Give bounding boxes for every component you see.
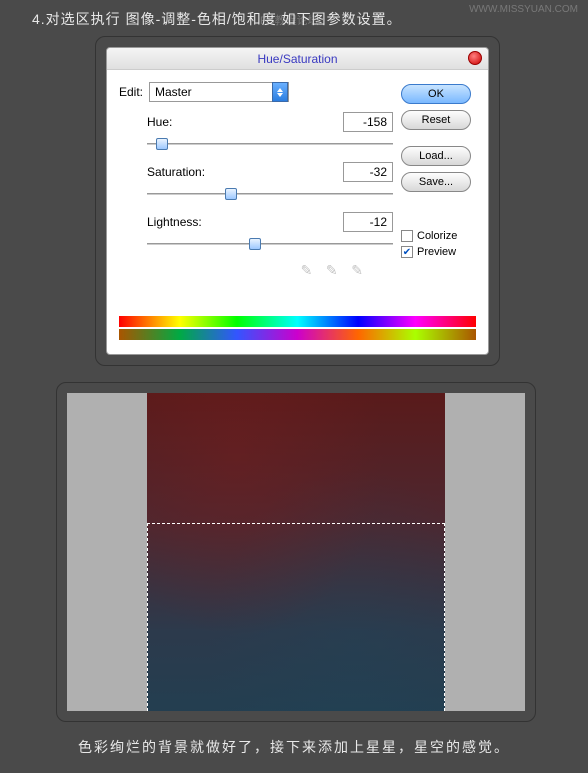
- lightness-thumb[interactable]: [249, 238, 261, 250]
- saturation-group: Saturation: -32: [147, 162, 393, 202]
- reset-button[interactable]: Reset: [401, 110, 471, 130]
- load-button[interactable]: Load...: [401, 146, 471, 166]
- edit-label: Edit:: [119, 85, 149, 99]
- step-instruction: 4.对选区执行 图像-调整-色相/饱和度 如下图参数设置。: [32, 9, 402, 29]
- hue-label: Hue:: [147, 115, 172, 129]
- edit-select-value: Master: [155, 85, 192, 99]
- watermark-center: PS教程论坛: [260, 12, 319, 28]
- dialog-title: Hue/Saturation: [257, 52, 337, 66]
- hue-input[interactable]: -158: [343, 112, 393, 132]
- hue-group: Hue: -158: [147, 112, 393, 152]
- dialog-container: Hue/Saturation Edit: Master: [95, 36, 500, 366]
- select-dropdown-button[interactable]: [272, 82, 288, 102]
- chevron-up-icon: [277, 88, 283, 92]
- eyedropper-minus-icon[interactable]: ✎: [345, 262, 363, 280]
- preview-checkbox[interactable]: ✔: [401, 246, 413, 258]
- slider-track-line: [147, 143, 393, 145]
- colorize-row: Colorize: [401, 230, 476, 242]
- edit-row: Edit: Master: [119, 82, 393, 102]
- lightness-slider[interactable]: [147, 236, 393, 252]
- saturation-slider[interactable]: [147, 186, 393, 202]
- dialog-titlebar: Hue/Saturation: [107, 48, 488, 70]
- colorize-checkbox[interactable]: [401, 230, 413, 242]
- dialog-content: Edit: Master Hue: -158: [107, 70, 488, 292]
- hue-spectrum: [119, 316, 476, 327]
- hue-thumb[interactable]: [156, 138, 168, 150]
- eyedropper-tools: ✎ ✎ ✎: [119, 262, 393, 280]
- chevron-down-icon: [277, 93, 283, 97]
- colorize-label: Colorize: [417, 230, 457, 242]
- eyedropper-icon[interactable]: ✎: [294, 262, 312, 280]
- right-column: OK Reset Load... Save... Colorize ✔ Prev…: [401, 82, 476, 280]
- saturation-label: Saturation:: [147, 165, 205, 179]
- slider-track-line: [147, 243, 393, 245]
- preview-container: [56, 382, 536, 722]
- close-button[interactable]: [468, 51, 482, 65]
- hue-slider[interactable]: [147, 136, 393, 152]
- lightness-group: Lightness: -12: [147, 212, 393, 252]
- left-column: Edit: Master Hue: -158: [119, 82, 401, 280]
- ok-button[interactable]: OK: [401, 84, 471, 104]
- spectrum-bars: [119, 316, 476, 342]
- lightness-label: Lightness:: [147, 215, 202, 229]
- shifted-spectrum: [119, 329, 476, 340]
- document-canvas[interactable]: [67, 393, 525, 711]
- watermark-top-right: WWW.MISSYUAN.COM: [469, 4, 578, 15]
- preview-row: ✔ Preview: [401, 246, 476, 258]
- hue-saturation-dialog: Hue/Saturation Edit: Master: [106, 47, 489, 355]
- eyedropper-plus-icon[interactable]: ✎: [320, 262, 338, 280]
- saturation-thumb[interactable]: [225, 188, 237, 200]
- preview-label: Preview: [417, 246, 456, 258]
- lightness-input[interactable]: -12: [343, 212, 393, 232]
- edit-select[interactable]: Master: [149, 82, 289, 102]
- save-button[interactable]: Save...: [401, 172, 471, 192]
- bottom-caption: 色彩绚烂的背景就做好了，接下来添加上星星，星空的感觉。: [0, 737, 588, 757]
- checkbox-group: Colorize ✔ Preview: [401, 230, 476, 258]
- selection-marquee: [147, 523, 445, 711]
- saturation-input[interactable]: -32: [343, 162, 393, 182]
- slider-track-line: [147, 193, 393, 195]
